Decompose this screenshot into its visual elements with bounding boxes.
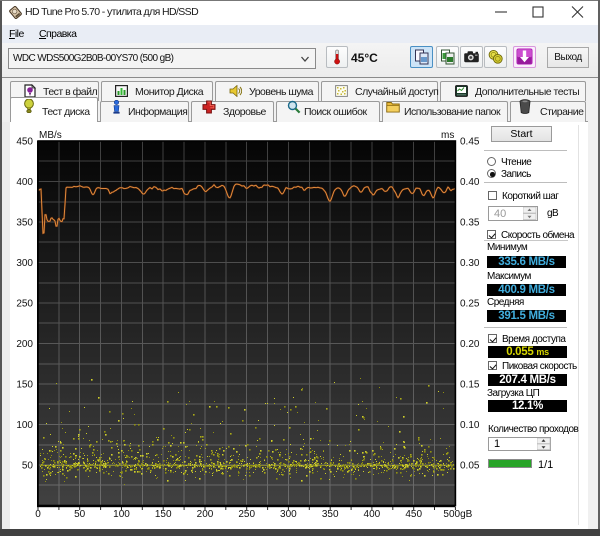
svg-text:450: 450 [405, 509, 422, 520]
svg-text:150: 150 [16, 380, 33, 391]
svg-text:0.25: 0.25 [460, 299, 480, 310]
svg-text:50: 50 [74, 509, 86, 520]
svg-text:100: 100 [113, 509, 130, 520]
svg-text:250: 250 [238, 509, 255, 520]
svg-text:ms: ms [441, 130, 454, 141]
svg-text:0.30: 0.30 [460, 258, 480, 269]
svg-text:0.20: 0.20 [460, 339, 480, 350]
svg-text:0.10: 0.10 [460, 420, 480, 431]
svg-text:MB/s: MB/s [39, 130, 62, 141]
svg-text:0: 0 [35, 509, 41, 520]
svg-text:350: 350 [322, 509, 339, 520]
svg-text:150: 150 [155, 509, 172, 520]
svg-text:400: 400 [364, 509, 381, 520]
svg-text:300: 300 [16, 258, 33, 269]
svg-text:0.35: 0.35 [460, 218, 480, 229]
svg-text:50: 50 [22, 461, 34, 472]
svg-text:250: 250 [16, 299, 33, 310]
svg-text:450: 450 [16, 137, 33, 148]
svg-text:200: 200 [16, 339, 33, 350]
svg-text:300: 300 [280, 509, 297, 520]
svg-text:0.45: 0.45 [460, 137, 480, 148]
svg-text:0.15: 0.15 [460, 380, 480, 391]
svg-text:400: 400 [16, 177, 33, 188]
svg-text:500gB: 500gB [443, 509, 472, 520]
svg-text:0.05: 0.05 [460, 461, 480, 472]
svg-text:350: 350 [16, 218, 33, 229]
svg-text:200: 200 [197, 509, 214, 520]
svg-text:0.40: 0.40 [460, 177, 480, 188]
svg-text:100: 100 [16, 420, 33, 431]
